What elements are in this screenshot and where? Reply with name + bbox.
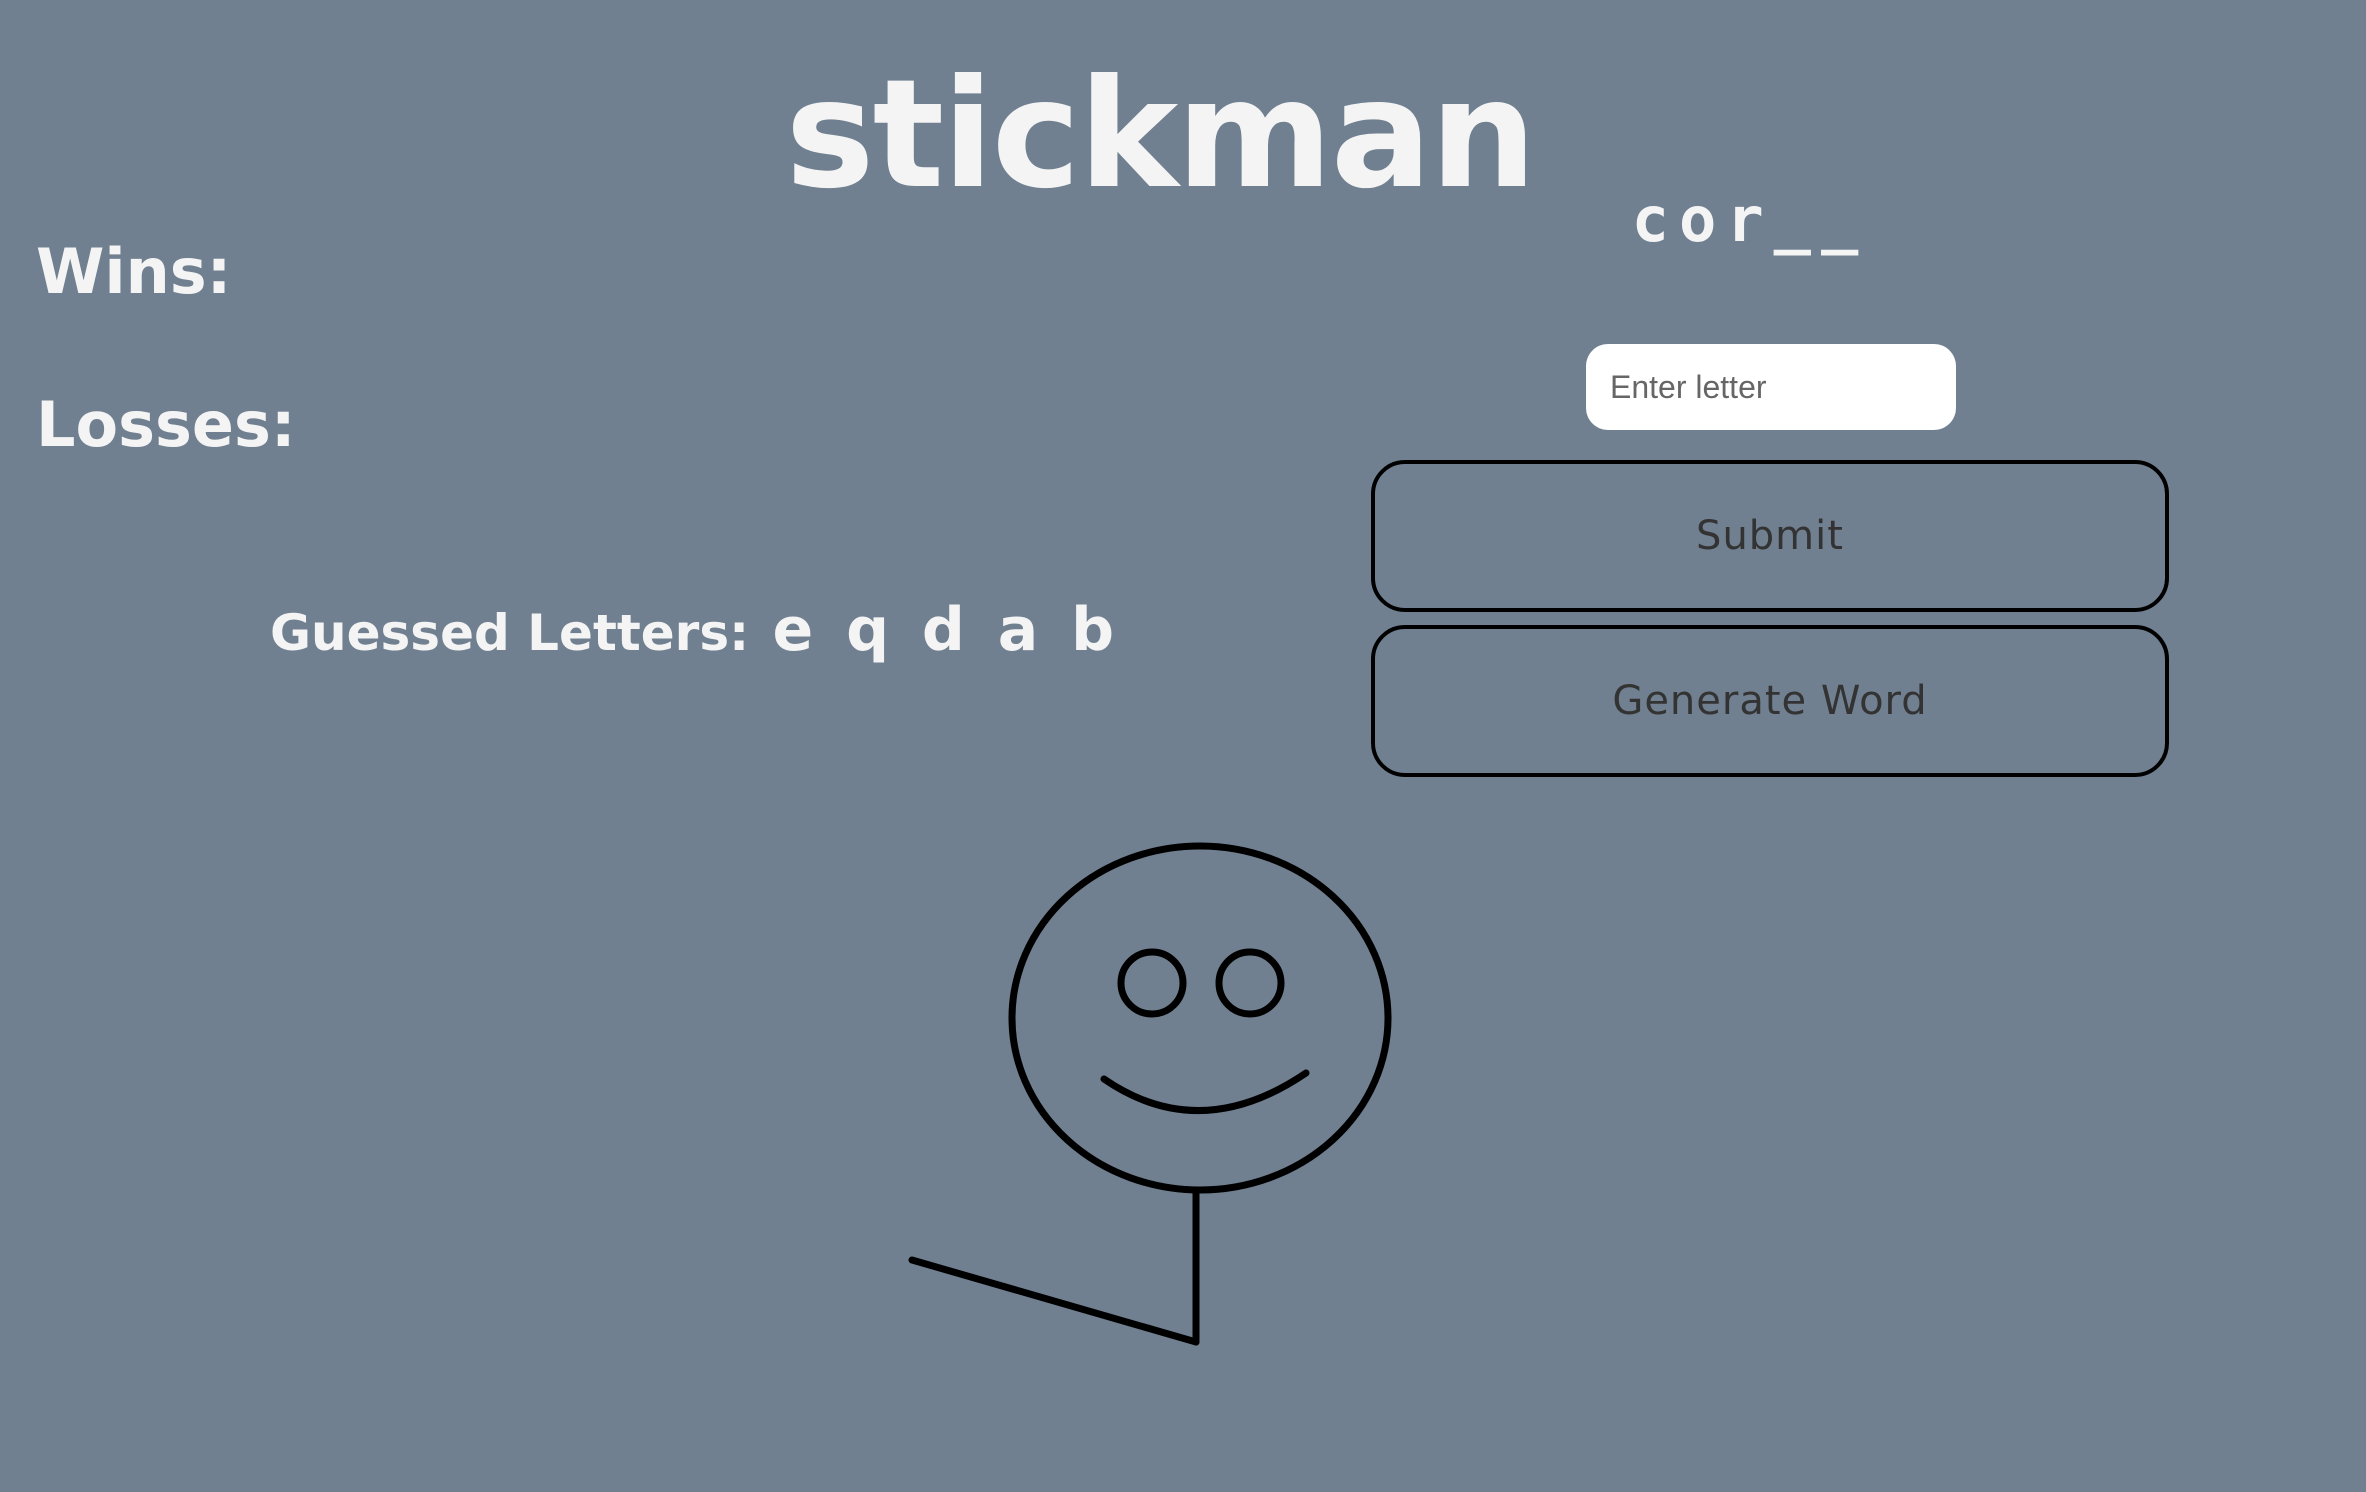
losses-label: Losses: [36, 388, 296, 461]
stickman-right-eye [1215, 948, 1285, 1018]
guessed-letters-label: Guessed Letters: [270, 604, 750, 662]
stickman-drawing [908, 842, 1392, 1346]
guessed-letters-list: e q d a b [772, 595, 1115, 665]
guessed-letters: Guessed Letters: e q d a b [270, 590, 1114, 673]
letter-input[interactable] [1586, 344, 1956, 430]
word-display: cor__ [1631, 183, 1869, 256]
stickman-left-leg [908, 1256, 1200, 1346]
stickman-head [1008, 842, 1392, 1194]
submit-button[interactable]: Submit [1371, 460, 2169, 612]
wins-label: Wins: [36, 235, 232, 308]
stickman-left-eye [1117, 948, 1187, 1018]
generate-word-button[interactable]: Generate Word [1371, 625, 2169, 777]
stickman-smile [1100, 1069, 1310, 1114]
